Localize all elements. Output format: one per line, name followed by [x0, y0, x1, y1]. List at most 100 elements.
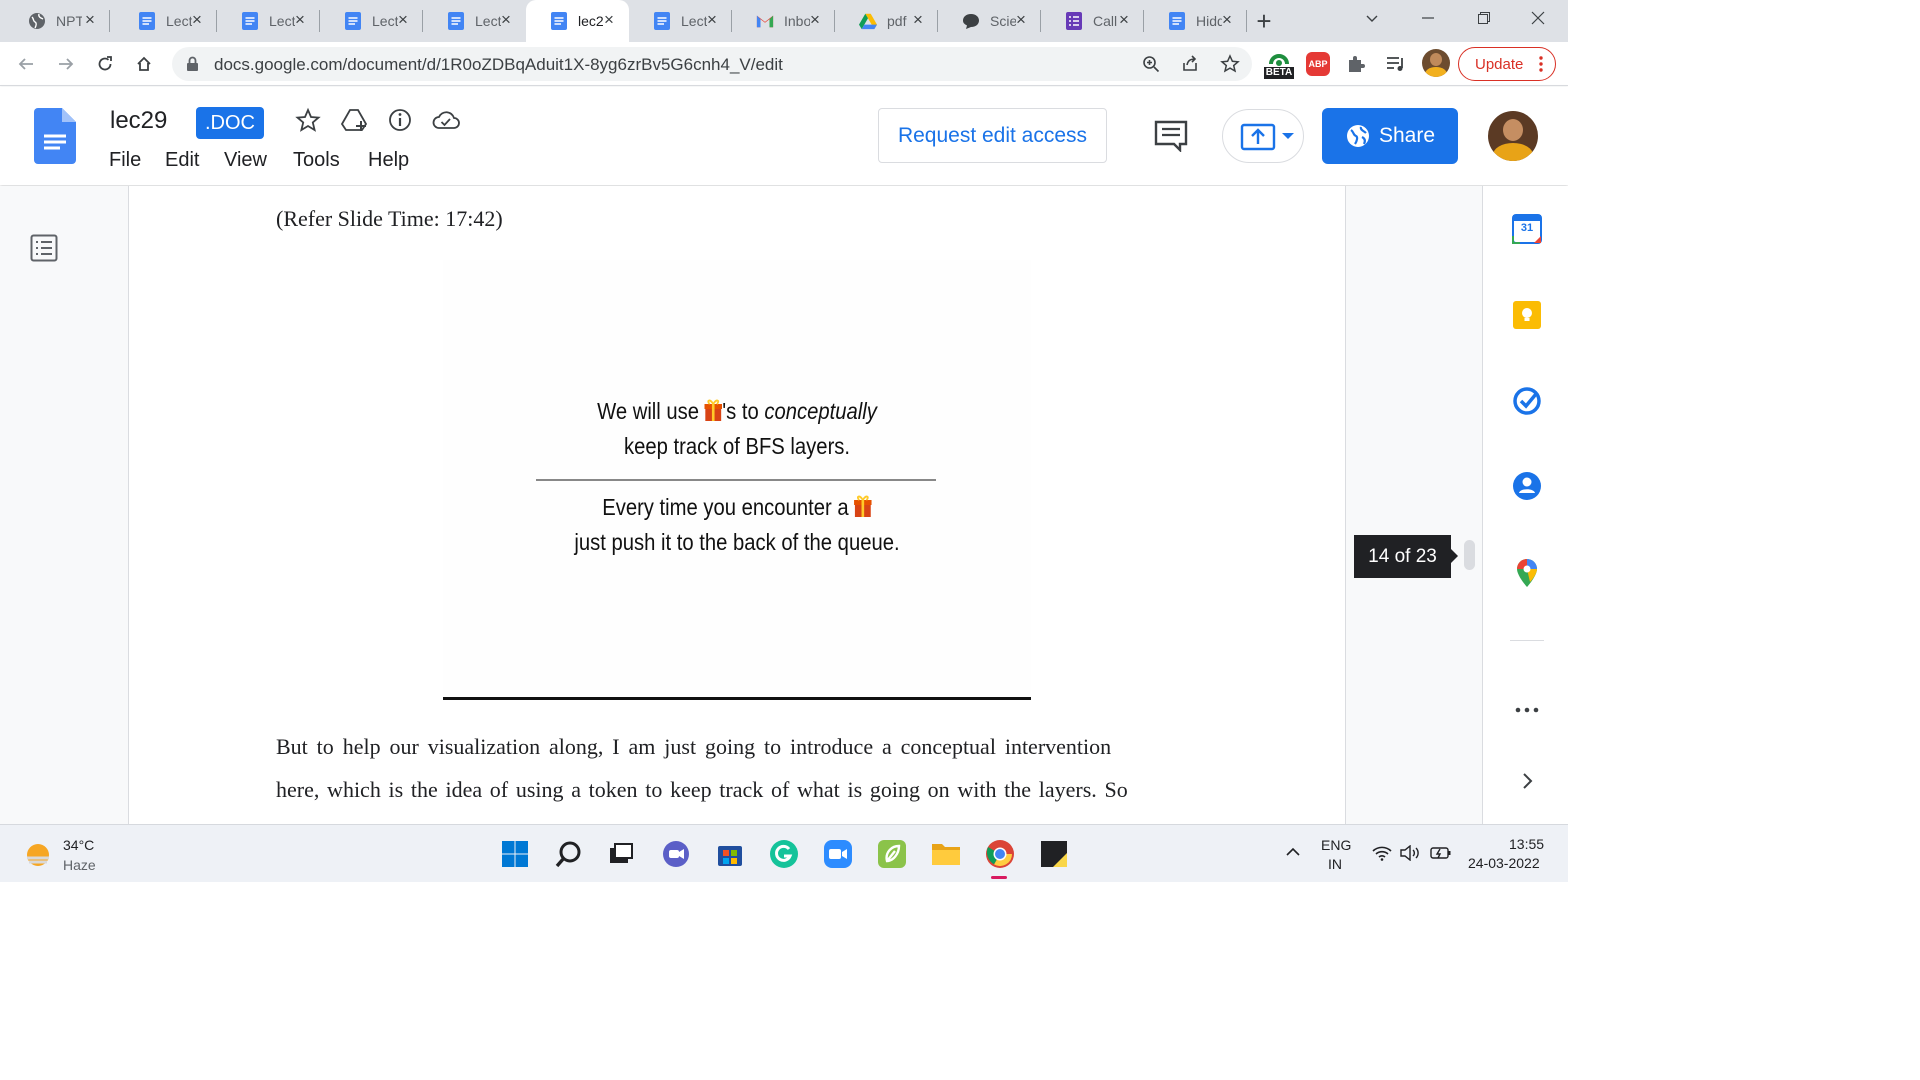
- reload-icon[interactable]: [89, 48, 121, 80]
- teams-chat-icon[interactable]: [660, 838, 692, 870]
- browser-tab[interactable]: NPTEL×: [4, 0, 110, 42]
- minimize-icon[interactable]: [1402, 0, 1454, 36]
- share-button[interactable]: Share: [1322, 108, 1458, 164]
- language-secondary[interactable]: IN: [1328, 856, 1342, 872]
- wifi-icon[interactable]: [1372, 845, 1392, 861]
- sticky-notes-icon[interactable]: [1038, 838, 1070, 870]
- contacts-icon[interactable]: [1510, 469, 1544, 503]
- present-button[interactable]: [1222, 109, 1304, 163]
- calendar-icon[interactable]: 31: [1510, 212, 1544, 246]
- keep-icon[interactable]: [1510, 298, 1544, 332]
- close-tab-icon[interactable]: ×: [395, 11, 411, 28]
- gift-icon: [704, 398, 723, 422]
- extensions-puzzle-icon[interactable]: [1340, 48, 1372, 80]
- browser-tab[interactable]: Science×: [938, 0, 1041, 42]
- tab-separator: [109, 10, 110, 32]
- battery-icon[interactable]: [1430, 845, 1452, 861]
- forward-icon[interactable]: [50, 48, 82, 80]
- restore-icon[interactable]: [1458, 0, 1510, 36]
- green-app-icon[interactable]: [876, 838, 908, 870]
- paragraph-line-1: But to help our visualization along, I a…: [276, 734, 1112, 759]
- calendar-day: 31: [1520, 222, 1534, 234]
- menu-tools[interactable]: Tools: [293, 149, 340, 172]
- tab-search-icon[interactable]: [1346, 0, 1398, 36]
- browser-tab[interactable]: Lecture×: [629, 0, 732, 42]
- chevron-down-icon: [1281, 132, 1295, 140]
- page-indicator: 14 of 23: [1354, 535, 1451, 578]
- browser-tab[interactable]: lec29×: [526, 0, 629, 42]
- language-primary[interactable]: ENG: [1321, 837, 1351, 853]
- chrome-icon[interactable]: [984, 838, 1016, 870]
- account-avatar[interactable]: [1488, 111, 1538, 161]
- clock-date[interactable]: 24-03-2022: [1468, 855, 1540, 871]
- start-windows-icon[interactable]: [499, 838, 531, 870]
- close-tab-icon[interactable]: ×: [82, 11, 98, 28]
- back-icon[interactable]: [10, 48, 42, 80]
- close-tab-icon[interactable]: ×: [807, 11, 823, 28]
- close-tab-icon[interactable]: ×: [601, 11, 617, 28]
- menu-view[interactable]: View: [224, 149, 267, 172]
- menu-edit[interactable]: Edit: [165, 149, 199, 172]
- weather-desc: Haze: [63, 857, 96, 873]
- add-to-drive-icon[interactable]: [341, 107, 369, 133]
- adblock-icon[interactable]: ABP: [1306, 52, 1330, 76]
- close-tab-icon[interactable]: ×: [189, 11, 205, 28]
- comments-icon[interactable]: [1154, 120, 1188, 152]
- docs-icon: [1168, 12, 1186, 30]
- zoom-app-icon[interactable]: [822, 838, 854, 870]
- browser-tab[interactable]: Inbox×: [732, 0, 835, 42]
- outline-icon[interactable]: [30, 234, 58, 262]
- omnibox[interactable]: docs.google.com/document/d/1R0oZDBqAduit…: [172, 47, 1252, 81]
- task-view-icon[interactable]: [605, 838, 637, 870]
- more-apps-icon[interactable]: [1510, 693, 1544, 727]
- globe-icon: [1345, 123, 1371, 149]
- update-button[interactable]: Update: [1458, 47, 1556, 81]
- share-page-icon[interactable]: [1181, 55, 1199, 73]
- maps-icon[interactable]: [1510, 556, 1544, 590]
- weather-sun-icon[interactable]: [24, 841, 52, 869]
- browser-tab[interactable]: Call ×: [1041, 0, 1144, 42]
- close-tab-icon[interactable]: ×: [498, 11, 514, 28]
- close-tab-icon[interactable]: ×: [292, 11, 308, 28]
- browser-tab[interactable]: Lecture×: [114, 0, 217, 42]
- volume-icon[interactable]: [1400, 845, 1422, 861]
- cloud-saved-icon[interactable]: [432, 109, 460, 131]
- close-window-icon[interactable]: [1512, 0, 1564, 36]
- extension-beta-icon[interactable]: BETA: [1264, 48, 1294, 82]
- menu-help[interactable]: Help: [368, 149, 409, 172]
- home-icon[interactable]: [128, 48, 160, 80]
- close-tab-icon[interactable]: ×: [1219, 11, 1235, 28]
- new-tab-button[interactable]: +: [1248, 5, 1280, 37]
- docs-icon: [447, 12, 465, 30]
- menu-file[interactable]: File: [109, 149, 141, 172]
- tray-chevron-up-icon[interactable]: [1285, 847, 1301, 857]
- grammarly-icon[interactable]: [768, 838, 800, 870]
- browser-tab[interactable]: Hidden×: [1144, 0, 1247, 42]
- tasks-icon[interactable]: [1510, 384, 1544, 418]
- browser-tab[interactable]: Lecture×: [320, 0, 423, 42]
- close-tab-icon[interactable]: ×: [1116, 11, 1132, 28]
- close-tab-icon[interactable]: ×: [704, 11, 720, 28]
- paragraph-line-2: here, which is the idea of using a token…: [276, 777, 1128, 802]
- browser-tab[interactable]: Lecture×: [423, 0, 526, 42]
- clock-time[interactable]: 13:55: [1509, 836, 1544, 852]
- file-explorer-icon[interactable]: [930, 838, 962, 870]
- scrollbar-thumb[interactable]: [1464, 540, 1475, 570]
- profile-avatar[interactable]: [1422, 49, 1450, 77]
- browser-tab[interactable]: Lecture×: [217, 0, 320, 42]
- close-tab-icon[interactable]: ×: [1013, 11, 1029, 28]
- expand-panel-chevron-icon[interactable]: [1510, 764, 1544, 798]
- slide-line-3: Every time you encounter a: [478, 494, 995, 521]
- document-title[interactable]: lec29: [110, 107, 167, 135]
- request-edit-access-button[interactable]: Request edit access: [878, 108, 1107, 163]
- info-icon[interactable]: [387, 107, 413, 133]
- browser-tab[interactable]: pdf ×: [835, 0, 938, 42]
- docs-logo-icon[interactable]: [34, 108, 76, 164]
- zoom-icon[interactable]: [1142, 55, 1160, 73]
- store-icon[interactable]: [714, 838, 746, 870]
- star-icon[interactable]: [295, 107, 321, 133]
- media-control-icon[interactable]: [1380, 48, 1412, 80]
- bookmark-star-icon[interactable]: [1220, 54, 1240, 74]
- search-icon[interactable]: [553, 838, 585, 870]
- close-tab-icon[interactable]: ×: [910, 11, 926, 28]
